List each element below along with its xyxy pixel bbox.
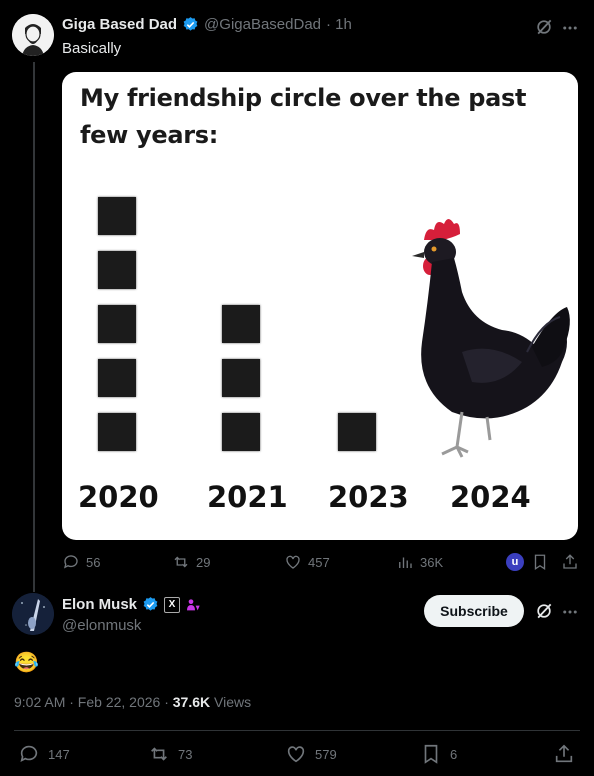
reply-icon [63, 555, 78, 569]
author-name[interactable]: Giga Based Dad [62, 16, 177, 33]
author-avatar[interactable] [12, 14, 54, 56]
meme-image[interactable]: My friendship circle over the past few y… [62, 72, 578, 540]
friend-square [98, 197, 136, 235]
reply-handle[interactable]: @elonmusk [62, 617, 141, 634]
grok-icon[interactable] [534, 601, 554, 621]
heart-icon [287, 746, 305, 763]
repost-count: 29 [196, 554, 211, 570]
year-label-2021: 2021 [207, 480, 288, 514]
reply-views-count: 37.6K [172, 694, 211, 710]
x-affiliate-badge-icon: X [164, 596, 181, 613]
bearded-man-icon [12, 14, 54, 56]
post-time[interactable]: · 1h [326, 16, 352, 33]
verified-badge-icon [183, 17, 198, 31]
reply-count: 56 [86, 554, 101, 570]
reply-timestamp-line: 9:02 AM · Feb 22, 2026 · 37.6K Views [14, 694, 251, 710]
reply-like-count: 579 [315, 746, 337, 762]
friend-square [222, 359, 260, 397]
repost-action[interactable]: 29 [172, 553, 210, 571]
like-action[interactable]: 457 [284, 553, 330, 571]
meme-title: My friendship circle over the past few y… [80, 84, 527, 149]
reply-views-label: Views [210, 694, 252, 710]
thread-line [33, 62, 35, 592]
reply-timestamp[interactable]: 9:02 AM · Feb 22, 2026 · [14, 694, 173, 710]
friend-square [222, 413, 260, 451]
repost-icon [174, 556, 188, 568]
year-label-2024: 2024 [450, 480, 531, 514]
reply-action[interactable]: 56 [62, 553, 100, 571]
reply-repost-count: 73 [178, 746, 193, 762]
analytics-icon [399, 557, 412, 568]
bookmark-action[interactable]: 6 [420, 743, 457, 765]
government-badge-icon [187, 598, 200, 610]
friend-square [98, 413, 136, 451]
bookmark-icon[interactable] [531, 553, 549, 571]
friend-square [98, 251, 136, 289]
views-action[interactable]: 36K [396, 553, 443, 571]
more-options-icon[interactable] [561, 603, 579, 621]
reply-author-name[interactable]: Elon Musk [62, 596, 137, 613]
reply-reply-count: 147 [48, 746, 70, 762]
heart-icon [286, 555, 300, 569]
friend-square [98, 305, 136, 343]
more-options-icon[interactable] [561, 19, 579, 37]
share-icon[interactable] [561, 553, 579, 571]
user-mini-avatar[interactable]: u [506, 553, 524, 571]
friend-square [222, 305, 260, 343]
chicken-icon [412, 219, 570, 458]
friend-square [98, 359, 136, 397]
year-label-2023: 2023 [328, 480, 409, 514]
divider [14, 730, 580, 731]
space-avatar-icon [12, 593, 54, 635]
bookmark-icon [424, 744, 438, 764]
reply-bookmark-count: 6 [450, 746, 458, 762]
reply-action[interactable]: 147 [18, 743, 70, 765]
friend-square [338, 413, 376, 451]
repost-action[interactable]: 73 [148, 743, 192, 765]
reply-text: 😂 [14, 652, 39, 674]
repost-icon [151, 747, 167, 761]
author-handle[interactable]: @GigaBasedDad [204, 16, 321, 33]
grok-icon[interactable] [534, 17, 554, 37]
verified-badge-icon [143, 597, 158, 611]
year-label-2020: 2020 [78, 480, 159, 514]
views-count: 36K [420, 554, 444, 570]
share-icon[interactable] [553, 743, 575, 765]
reply-avatar[interactable] [12, 593, 54, 635]
like-action[interactable]: 579 [285, 743, 337, 765]
post-text: Basically [62, 40, 122, 57]
reply-icon [20, 745, 38, 762]
subscribe-button[interactable]: Subscribe [424, 595, 524, 627]
like-count: 457 [308, 554, 330, 570]
